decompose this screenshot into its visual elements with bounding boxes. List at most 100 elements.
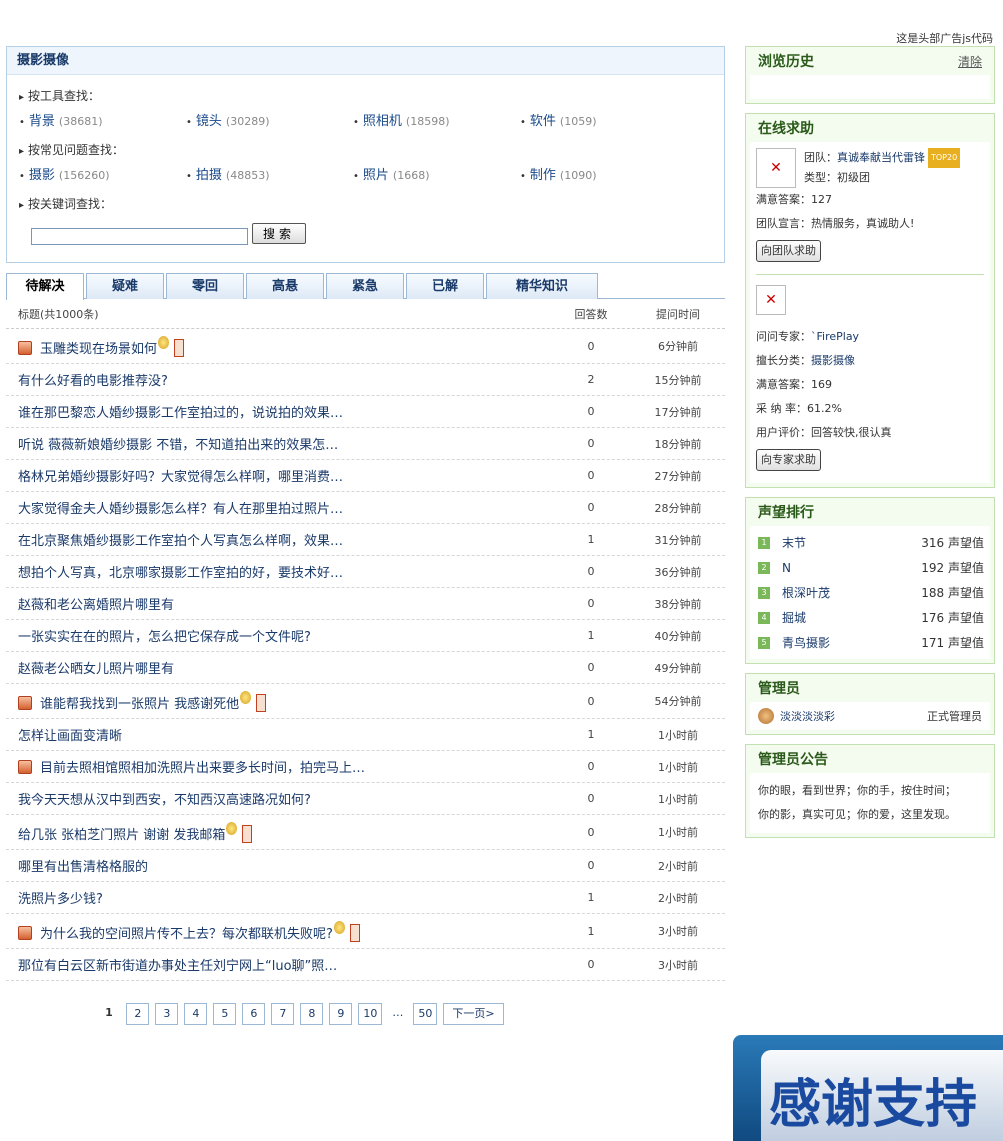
- question-icon: [18, 925, 32, 940]
- table-row: 目前去照相馆照相加洗照片出来要多长时间，拍完马上… 0 1小时前: [6, 751, 725, 783]
- question-link[interactable]: 谁能帮我找到一张照片 我感谢死他: [40, 697, 239, 712]
- tool-link[interactable]: 软件(1059): [520, 110, 687, 129]
- expert-name-link[interactable]: `FirePlay: [811, 330, 859, 343]
- answer-count: 1: [587, 924, 595, 938]
- rank-score: 188 声望值: [921, 586, 984, 600]
- question-link[interactable]: 赵薇和老公离婚照片哪里有: [18, 598, 174, 613]
- team-motto: 团队宣言：热情服务，真诚助人!: [756, 217, 915, 230]
- table-row: 赵薇和老公离婚照片哪里有 0 38分钟前: [6, 588, 725, 620]
- ask-team-button[interactable]: 向团队求助: [756, 240, 821, 262]
- page-link[interactable]: 4: [184, 1003, 208, 1025]
- question-link[interactable]: 一张实实在在的照片，怎么把它保存成一个文件呢?: [18, 630, 311, 645]
- question-link[interactable]: 格林兄弟婚纱摄影好吗？大家觉得怎么样啊，哪里消费…: [18, 470, 343, 485]
- table-row: 想拍个人写真，北京哪家摄影工作室拍的好，要技术好… 0 36分钟前: [6, 556, 725, 588]
- table-row: 那位有白云区新市街道办事处主任刘宁网上“luo聊”照… 0 3小时前: [6, 949, 725, 981]
- page-link[interactable]: 8: [300, 1003, 324, 1025]
- question-link[interactable]: 目前去照相馆照相加洗照片出来要多长时间，拍完马上…: [40, 761, 365, 776]
- faq-link[interactable]: 制作(1090): [520, 164, 687, 183]
- tool-link[interactable]: 背景(38681): [19, 110, 186, 129]
- rank-user-link[interactable]: N: [782, 561, 910, 575]
- question-link[interactable]: 为什么我的空间照片传不上去？每次都联机失败呢?: [40, 927, 333, 942]
- answer-count: 0: [587, 469, 595, 482]
- faq-link[interactable]: 摄影(156260): [19, 164, 186, 183]
- rank-user-link[interactable]: 根深叶茂: [782, 584, 910, 601]
- answer-count: 0: [587, 661, 595, 674]
- table-row: 有什么好看的电影推荐没? 2 15分钟前: [6, 364, 725, 396]
- tab-unsolved[interactable]: 待解决: [6, 273, 84, 300]
- history-list: [750, 75, 990, 99]
- page-link[interactable]: 7: [271, 1003, 295, 1025]
- question-link[interactable]: 大家觉得金夫人婚纱摄影怎么样？有人在那里拍过照片…: [18, 502, 343, 517]
- tool-link[interactable]: 照相机(18598): [353, 110, 520, 129]
- table-row: 大家觉得金夫人婚纱摄影怎么样？有人在那里拍过照片… 0 28分钟前: [6, 492, 725, 524]
- rank-user-link[interactable]: 掘城: [782, 609, 910, 626]
- ask-time: 1小时前: [658, 792, 698, 806]
- expert-field-link[interactable]: 摄影摄像: [811, 354, 855, 367]
- team-name-link[interactable]: 真诚奉献当代雷锋: [837, 151, 925, 164]
- answer-count: 0: [587, 792, 595, 805]
- question-link[interactable]: 听说 薇薇新娘婚纱摄影 不错，不知道拍出来的效果怎…: [18, 438, 338, 453]
- table-row: 赵薇老公晒女儿照片哪里有 0 49分钟前: [6, 652, 725, 684]
- admin-user-icon: [758, 708, 774, 724]
- page-link[interactable]: 9: [329, 1003, 353, 1025]
- page-last[interactable]: 50: [413, 1003, 438, 1025]
- expert-field-label: 擅长分类：: [756, 354, 811, 367]
- question-link[interactable]: 赵薇老公晒女儿照片哪里有: [18, 662, 174, 677]
- faq-link[interactable]: 照片(1668): [353, 164, 520, 183]
- question-link[interactable]: 有什么好看的电影推荐没?: [18, 374, 168, 389]
- table-header: 标题(共1000条) 回答数 提问时间: [6, 299, 725, 329]
- question-link[interactable]: 洗照片多少钱?: [18, 892, 103, 907]
- ask-expert-button[interactable]: 向专家求助: [756, 449, 821, 471]
- answer-count: 0: [587, 825, 595, 839]
- answer-count: 1: [587, 728, 595, 741]
- question-link[interactable]: 在北京聚焦婚纱摄影工作室拍个人写真怎么样啊，效果…: [18, 534, 343, 549]
- list-item: 2 N 192 声望值: [750, 555, 990, 580]
- page-link[interactable]: 10: [358, 1003, 383, 1025]
- answer-count: 1: [587, 891, 595, 904]
- question-link[interactable]: 玉雕类现在场景如何: [40, 342, 157, 357]
- rank-number: 2: [758, 561, 770, 574]
- tab-high-reward[interactable]: 高悬: [246, 273, 324, 299]
- coin-icon: [240, 690, 252, 704]
- faq-list: 摄影(156260) 拍摄(48853) 照片(1668) 制作(1090): [19, 164, 712, 183]
- search-button[interactable]: 搜索: [252, 223, 307, 244]
- table-row: 哪里有出售清格格服的 0 2小时前: [6, 850, 725, 882]
- question-link[interactable]: 给几张 张柏芝门照片 谢谢 发我邮箱: [18, 828, 225, 843]
- keyword-search-input[interactable]: [31, 228, 248, 245]
- page-link[interactable]: 2: [126, 1003, 150, 1025]
- thanks-banner[interactable]: 感谢支持: [733, 1035, 1003, 1141]
- question-link[interactable]: 那位有白云区新市街道办事处主任刘宁网上“luo聊”照…: [18, 959, 337, 974]
- question-link[interactable]: 哪里有出售清格格服的: [18, 860, 148, 875]
- tab-difficult[interactable]: 疑难: [86, 273, 164, 299]
- table-row: 格林兄弟婚纱摄影好吗？大家觉得怎么样啊，哪里消费… 0 27分钟前: [6, 460, 725, 492]
- question-link[interactable]: 我今天天想从汉中到西安，不知西汉高速路况如何?: [18, 793, 311, 808]
- page-link[interactable]: 5: [213, 1003, 237, 1025]
- coin-icon: [226, 821, 238, 835]
- ask-time: 40分钟前: [654, 629, 702, 643]
- ask-time: 31分钟前: [654, 533, 702, 547]
- table-row: 谁在那巴黎恋人婚纱摄影工作室拍过的，说说拍的效果… 0 17分钟前: [6, 396, 725, 428]
- expert-adopt-rate: 采 纳 率：61.2%: [756, 402, 842, 415]
- clear-history-link[interactable]: 清除: [958, 47, 982, 77]
- tab-urgent[interactable]: 紧急: [326, 273, 404, 299]
- question-link[interactable]: 谁在那巴黎恋人婚纱摄影工作室拍过的，说说拍的效果…: [18, 406, 343, 421]
- tab-solved[interactable]: 已解: [406, 273, 484, 299]
- answer-count: 0: [587, 760, 595, 773]
- tab-zero-reply[interactable]: 零回: [166, 273, 244, 299]
- tab-featured[interactable]: 精华知识: [486, 273, 598, 299]
- rank-user-link[interactable]: 青鸟摄影: [782, 634, 910, 651]
- coin-icon: [158, 335, 170, 349]
- rank-user-link[interactable]: 末节: [782, 534, 910, 551]
- question-link[interactable]: 想拍个人写真，北京哪家摄影工作室拍的好，要技术好…: [18, 566, 343, 581]
- page-link[interactable]: 3: [155, 1003, 179, 1025]
- faq-link[interactable]: 拍摄(48853): [186, 164, 353, 183]
- ask-time: 2小时前: [658, 859, 698, 873]
- ask-time: 38分钟前: [654, 597, 702, 611]
- question-link[interactable]: 怎样让画面变清晰: [18, 729, 122, 744]
- admin-name-link[interactable]: 淡淡淡淡彩: [780, 708, 927, 724]
- top-badge: TOP20: [928, 148, 961, 168]
- reward-flag-icon: [349, 923, 360, 942]
- page-link[interactable]: 6: [242, 1003, 266, 1025]
- next-page-button[interactable]: 下一页>: [443, 1003, 504, 1025]
- tool-link[interactable]: 镜头(30289): [186, 110, 353, 129]
